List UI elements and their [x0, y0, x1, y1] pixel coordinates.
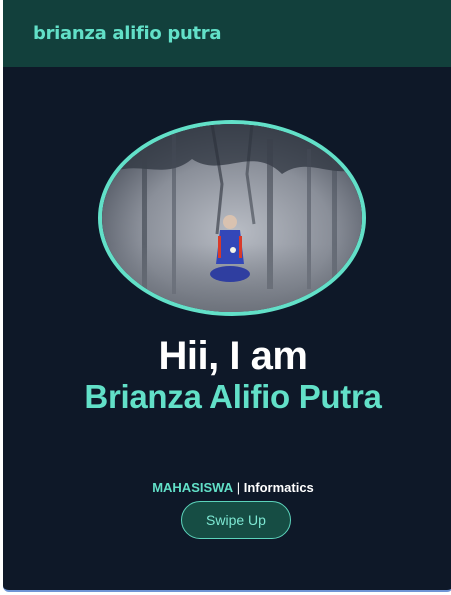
full-name-heading: Brianza Alifio Putra: [84, 378, 382, 415]
role-separator: |: [233, 480, 244, 495]
field-label: Informatics: [243, 480, 314, 495]
forest-photo-image: [102, 124, 362, 312]
role-line: MAHASISWA | Informatics: [3, 480, 451, 495]
page-frame: brianza alifio putra Hii, I am Brianza A…: [3, 0, 451, 592]
brand-link[interactable]: brianza alifio putra: [33, 23, 222, 44]
role-label: MAHASISWA: [152, 480, 234, 495]
profile-photo: [98, 120, 366, 316]
greeting-heading: Hii, I am: [158, 334, 308, 378]
swipe-up-button[interactable]: Swipe Up: [181, 501, 291, 539]
navbar: brianza alifio putra: [3, 0, 451, 67]
